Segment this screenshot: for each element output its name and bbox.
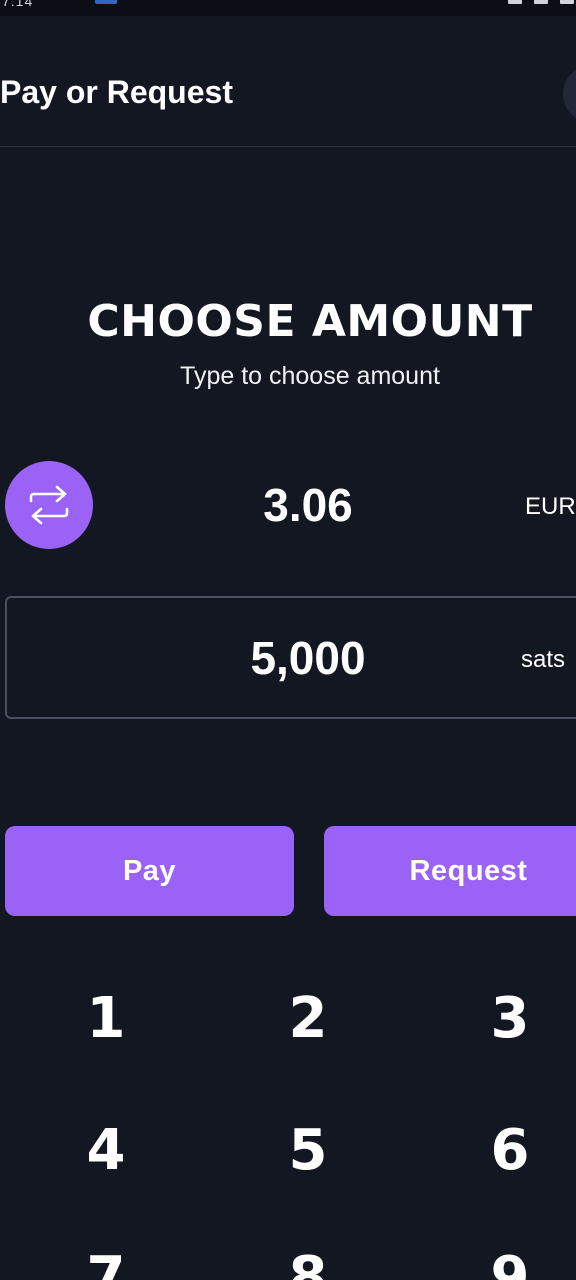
fiat-amount: 3.06 [263, 479, 353, 531]
avatar[interactable] [563, 65, 576, 123]
status-time: 7:14 [2, 0, 34, 9]
app-notification-icon [95, 0, 117, 4]
sats-amount: 5,000 [250, 632, 366, 684]
pay-or-request-screen: 7:14 Pay or Request CHOOSE AMOUNT Type t… [0, 0, 576, 1280]
key-1[interactable]: 1 [46, 973, 166, 1063]
battery-icon [508, 0, 522, 4]
header: Pay or Request [0, 16, 576, 147]
choose-amount-subheading: Type to choose amount [180, 362, 440, 390]
swap-currency-button[interactable] [5, 461, 93, 549]
fiat-currency-label: EUR [525, 493, 576, 520]
pay-button[interactable]: Pay [5, 826, 294, 916]
request-button[interactable]: Request [324, 826, 576, 916]
key-9[interactable]: 9 [450, 1232, 570, 1280]
page-title: Pay or Request [0, 74, 233, 110]
key-7[interactable]: 7 [46, 1232, 166, 1280]
status-bar: 7:14 [0, 0, 576, 16]
sats-unit-label: sats [521, 646, 566, 673]
key-2[interactable]: 2 [248, 973, 368, 1063]
swap-arrows-icon [29, 485, 69, 525]
signal-icon [560, 0, 574, 4]
key-8[interactable]: 8 [248, 1232, 368, 1280]
key-3[interactable]: 3 [450, 973, 570, 1063]
key-5[interactable]: 5 [248, 1105, 368, 1195]
choose-amount-heading: CHOOSE AMOUNT [87, 296, 533, 347]
key-6[interactable]: 6 [450, 1105, 570, 1195]
status-icons [504, 0, 576, 5]
key-4[interactable]: 4 [46, 1105, 166, 1195]
wifi-icon [534, 0, 548, 4]
